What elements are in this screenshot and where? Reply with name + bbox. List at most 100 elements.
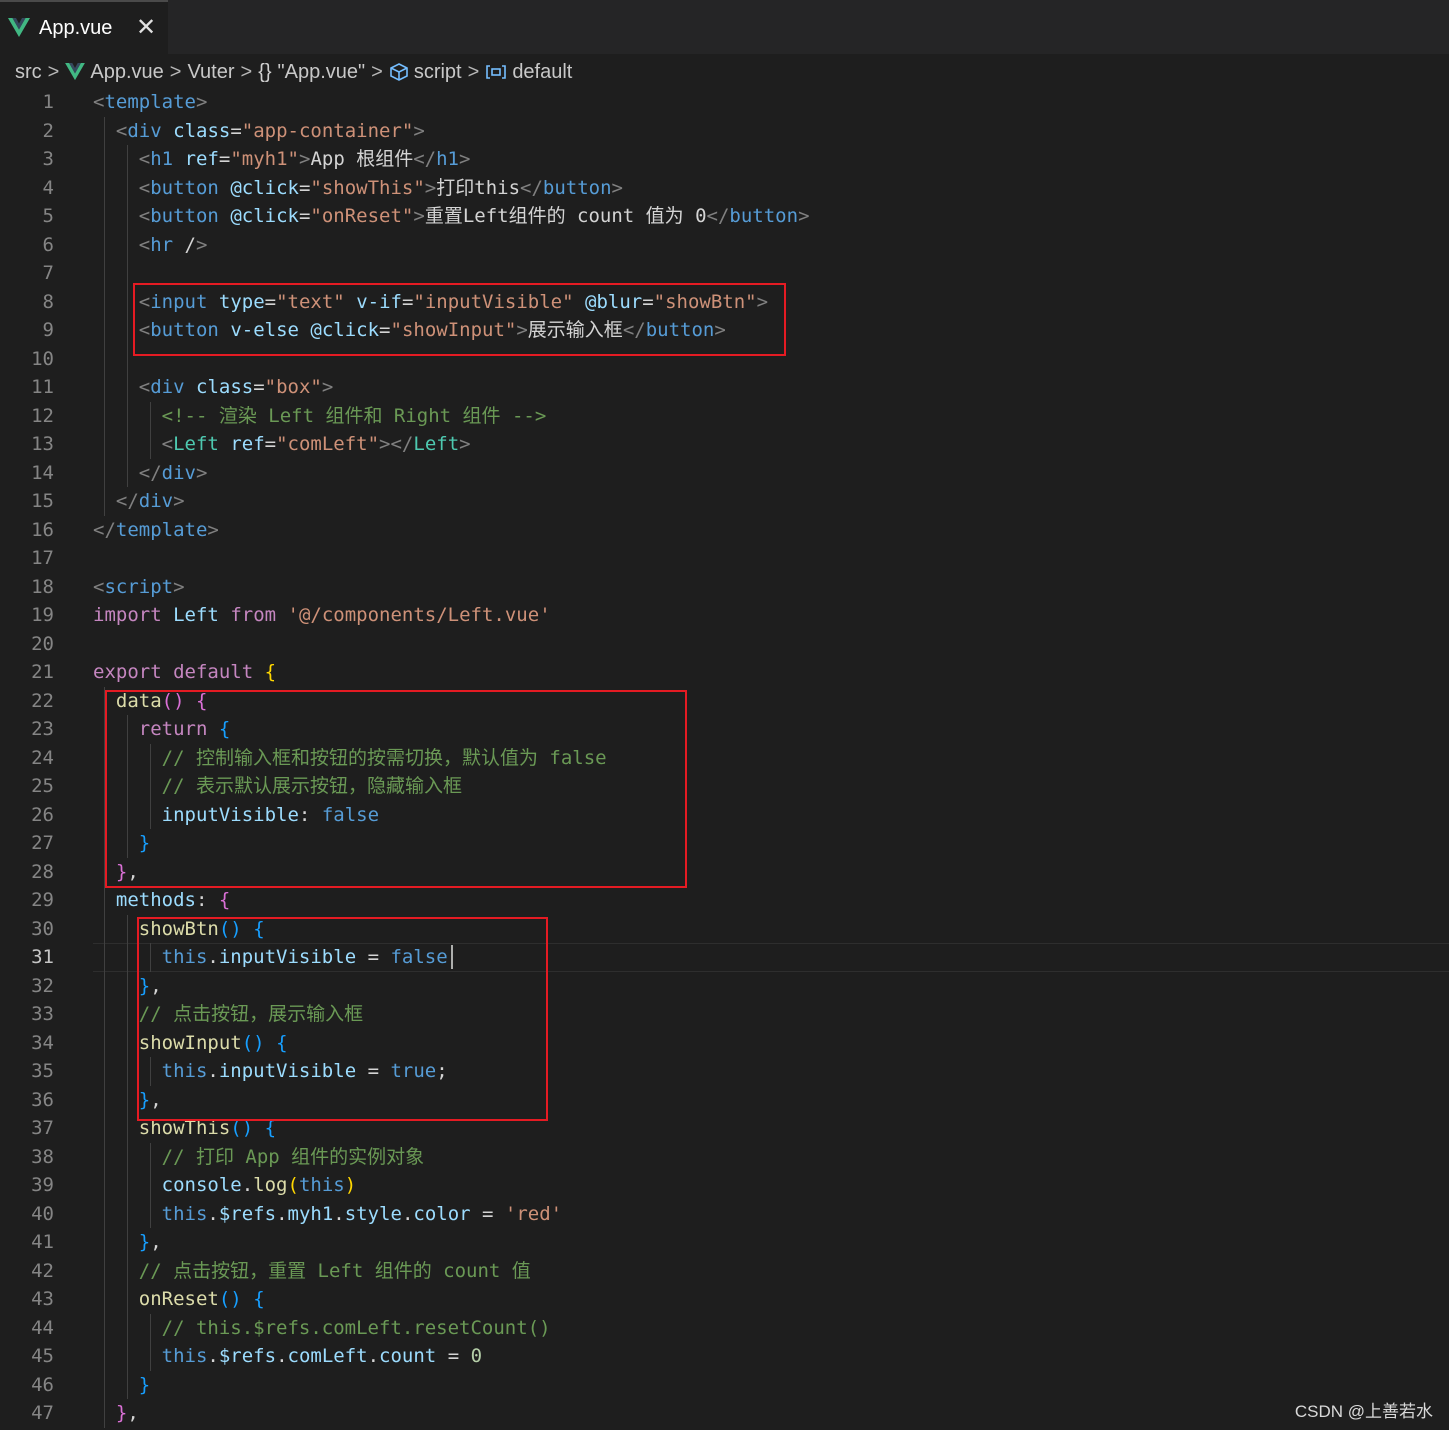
code-line[interactable]: 47 }, (0, 1399, 1449, 1428)
code-line[interactable]: 37 showThis() { (0, 1114, 1449, 1143)
code-line[interactable]: 23 return { (0, 715, 1449, 744)
tab-app-vue[interactable]: App.vue ✕ (0, 0, 168, 54)
code-text: showThis() { (93, 1114, 276, 1143)
code-line[interactable]: 33 // 点击按钮，展示输入框 (0, 1000, 1449, 1029)
code-line[interactable]: 9 <button v-else @click="showInput">展示输入… (0, 316, 1449, 345)
breadcrumb-default[interactable]: default (512, 61, 572, 84)
code-line[interactable]: 39 console.log(this) (0, 1171, 1449, 1200)
code-text: <button @click="onReset">重置Left组件的 count… (93, 202, 810, 231)
close-icon[interactable]: ✕ (134, 16, 158, 40)
code-line[interactable]: 32 }, (0, 972, 1449, 1001)
code-token: > (459, 433, 471, 455)
code-token: '@/components/Left.vue' (287, 604, 551, 626)
code-line[interactable]: 38 // 打印 App 组件的实例对象 (0, 1143, 1449, 1172)
code-line[interactable]: 17 (0, 544, 1449, 573)
code-token: Left (173, 604, 219, 626)
code-line[interactable]: 10 (0, 345, 1449, 374)
code-line[interactable]: 3 <h1 ref="myh1">App 根组件</h1> (0, 145, 1449, 174)
code-token: { (253, 917, 265, 940)
code-text: <!-- 渲染 Left 组件和 Right 组件 --> (93, 402, 547, 431)
code-line[interactable]: 16 </template> (0, 516, 1449, 545)
breadcrumb-app-vue[interactable]: App.vue (90, 61, 163, 84)
code-token: inputVisible (218, 946, 357, 968)
code-line[interactable]: 44 // this.$refs.comLeft.resetCount() (0, 1314, 1449, 1343)
breadcrumb-separator: > (169, 60, 182, 83)
code-line[interactable]: 15 </div> (0, 487, 1449, 516)
code-token: > (173, 575, 185, 598)
code-line[interactable]: 21 export default { (0, 658, 1449, 687)
line-number: 33 (31, 1003, 54, 1025)
code-editor[interactable]: 1 <template> 2 <div class="app-container">… (0, 88, 1449, 1430)
code-text: <script> (93, 573, 185, 602)
breadcrumb-script[interactable]: script (414, 61, 462, 84)
code-line[interactable]: 11 <div class="box"> (0, 373, 1449, 402)
code-line[interactable]: 34 showInput() { (0, 1029, 1449, 1058)
breadcrumb-src[interactable]: src (15, 61, 42, 84)
code-line[interactable]: 36 }, (0, 1086, 1449, 1115)
code-line[interactable]: 45 this.$refs.comLeft.count = 0 (0, 1342, 1449, 1371)
code-line[interactable]: 19 import Left from '@/components/Left.vu… (0, 601, 1449, 630)
code-line[interactable]: 4 <button @click="showThis">打印this</butt… (0, 174, 1449, 203)
code-line[interactable]: 7 (0, 259, 1449, 288)
breadcrumb-vuter[interactable]: Vuter (187, 61, 234, 84)
code-line[interactable]: 5 <button @click="onReset">重置Left组件的 cou… (0, 202, 1449, 231)
code-token: } (138, 1373, 151, 1396)
code-line[interactable]: 41 }, (0, 1228, 1449, 1257)
code-line[interactable]: 6 <hr /> (0, 231, 1449, 260)
code-line[interactable]: 8 <input type="text" v-if="inputVisible"… (0, 288, 1449, 317)
code-line[interactable]: 27 } (0, 829, 1449, 858)
code-line[interactable]: 29 methods: { (0, 886, 1449, 915)
code-token: false (390, 946, 448, 968)
line-number: 12 (31, 404, 54, 427)
code-line[interactable]: 42 // 点击按钮，重置 Left 组件的 count 值 (0, 1257, 1449, 1286)
code-line[interactable]: 1 <template> (0, 88, 1449, 117)
code-line[interactable]: 18 <script> (0, 573, 1449, 602)
code-line[interactable]: 25 // 表示默认展示按钮，隐藏输入框 (0, 772, 1449, 801)
code-line[interactable]: 28 }, (0, 858, 1449, 887)
line-number: 26 (31, 803, 54, 826)
code-token: { (253, 1288, 265, 1310)
code-token: default (173, 661, 254, 683)
code-line[interactable]: 31 this.inputVisible = false (0, 943, 1449, 972)
breadcrumb-app-vue-module[interactable]: "App.vue" (278, 61, 366, 84)
watermark: CSDN @上善若水 (1294, 1402, 1433, 1421)
code-token: = (264, 290, 277, 313)
code-line[interactable]: 43 onReset() { (0, 1285, 1449, 1314)
code-token: // 点击按钮，展示输入框 (138, 1003, 364, 1025)
code-line[interactable]: 40 this.$refs.myh1.style.color = 'red' (0, 1200, 1449, 1229)
code-token: console (161, 1174, 242, 1196)
code-token: </ (706, 205, 730, 227)
code-line[interactable]: 20 (0, 630, 1449, 659)
code-line[interactable]: 24 // 控制输入框和按钮的按需切换，默认值为 false (0, 744, 1449, 773)
code-line[interactable]: 22 data() { (0, 687, 1449, 716)
code-line[interactable]: 35 this.inputVisible = true; (0, 1057, 1449, 1086)
braces-icon: {} (258, 60, 272, 83)
code-line[interactable]: 12 <!-- 渲染 Left 组件和 Right 组件 --> (0, 402, 1449, 431)
line-number: 25 (31, 775, 54, 797)
code-line[interactable]: 2 <div class="app-container"> (0, 117, 1449, 146)
code-line[interactable]: 13 <Left ref="comLeft"></Left> (0, 430, 1449, 459)
code-line[interactable]: 26 inputVisible: false (0, 801, 1449, 830)
code-token: } (115, 1402, 128, 1424)
code-line[interactable]: 30 showBtn() { (0, 915, 1449, 944)
code-line[interactable]: 46 } (0, 1371, 1449, 1400)
code-token: div (127, 119, 162, 142)
code-token: , (150, 1231, 162, 1253)
code-token: color (413, 1202, 471, 1225)
code-text: inputVisible: false (93, 801, 379, 830)
code-line[interactable]: 14 </div> (0, 459, 1449, 488)
code-token: = (436, 1345, 471, 1367)
code-token: "showInput" (390, 319, 517, 341)
code-token: = (470, 1202, 505, 1225)
